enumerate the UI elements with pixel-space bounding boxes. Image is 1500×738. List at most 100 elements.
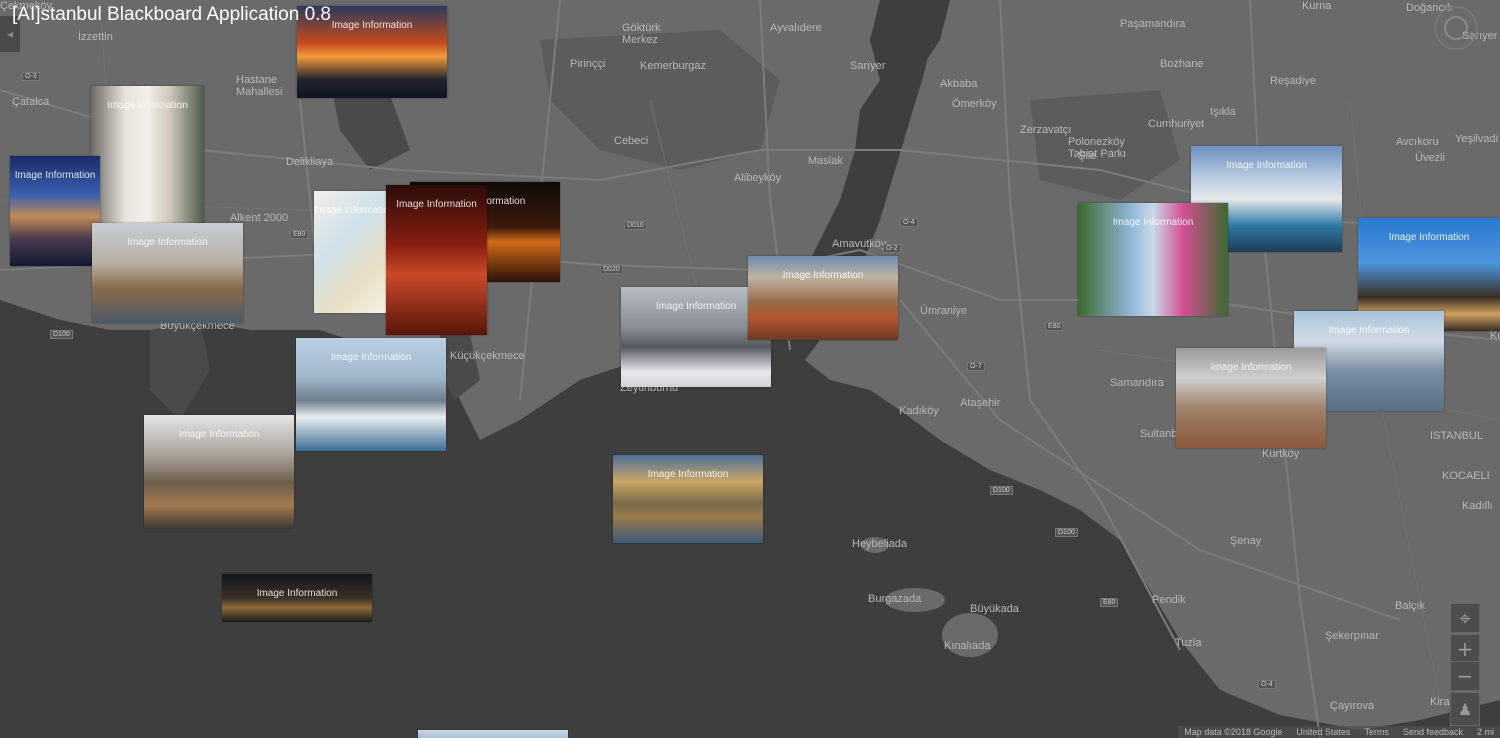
image-information-label[interactable]: Image Information: [386, 199, 487, 210]
photo-card[interactable]: Image Information: [613, 455, 763, 543]
place-label: Heybeliada: [852, 538, 908, 550]
photo-card[interactable]: Image Information: [1078, 203, 1228, 316]
image-information-label[interactable]: Image Information: [10, 170, 100, 181]
place-label: Şile: [1078, 150, 1097, 162]
place-label: Cumhuriyet: [1148, 118, 1205, 130]
photo-card[interactable]: Image Information: [296, 338, 446, 451]
road-shield: D100: [1055, 528, 1078, 537]
road-shield: E80: [1045, 322, 1064, 331]
place-label: Kadıllı: [1462, 500, 1493, 512]
map-attribution: Map data ©2018 Google United States Term…: [1178, 726, 1500, 738]
country-link[interactable]: United States: [1296, 727, 1350, 737]
place-label: KOCAELI: [1442, 470, 1490, 482]
photo-card[interactable]: Image Information: [314, 191, 389, 313]
place-label: Kadıköy: [899, 405, 939, 417]
place-label: Üvezli: [1415, 152, 1445, 164]
place-label: Pirinççi: [570, 58, 606, 70]
image-information-label[interactable]: Image Information: [1078, 217, 1228, 228]
place-label: Küçükçekmece: [450, 350, 525, 362]
zoom-out-button[interactable]: −: [1450, 661, 1480, 691]
road-shield: O-4: [900, 218, 918, 227]
place-label: Alibeyköy: [734, 172, 782, 184]
place-label: Ayvalıdere: [770, 22, 822, 34]
place-label: Samandıra: [1110, 377, 1164, 389]
scale-label: 2 mi: [1476, 727, 1494, 737]
place-label: Göktürk Merkez: [622, 22, 661, 46]
image-information-label[interactable]: Image Information: [1176, 362, 1326, 373]
place-label: Delikliaya: [286, 156, 334, 168]
place-label: Amavutköy: [832, 238, 887, 250]
zoom-in-button[interactable]: +: [1450, 634, 1480, 664]
image-information-label[interactable]: Image Information: [222, 588, 372, 599]
place-label: Kumköy: [1490, 330, 1500, 342]
photo-card[interactable]: Image Information: [418, 730, 568, 738]
place-label: Burgazada: [868, 593, 922, 605]
road-shield: O-2: [883, 244, 901, 253]
image-information-label[interactable]: Image Information: [613, 469, 763, 480]
place-label: Büyükada: [970, 603, 1019, 615]
place-label: Cebeci: [614, 135, 649, 147]
road-shield: D100: [50, 330, 73, 339]
app-title: [AI]stanbul Blackboard Application 0.8: [12, 4, 331, 25]
place-label: Paşamandıra: [1120, 18, 1186, 30]
image-information-label[interactable]: Image Information: [1294, 325, 1444, 336]
image-information-label[interactable]: Image Information: [1358, 232, 1500, 243]
road-shield: O-7: [967, 362, 985, 371]
place-label: Pendik: [1152, 594, 1186, 606]
image-information-label[interactable]: Image Information: [91, 100, 204, 111]
compass-icon[interactable]: [1434, 6, 1478, 50]
road-shield: D020: [600, 265, 623, 274]
road-shield: O-4: [1258, 680, 1276, 689]
place-label: Çatalca: [12, 96, 50, 108]
road-shield: E80: [1100, 598, 1119, 607]
road-shield: O-3: [22, 72, 40, 81]
road-shield: D100: [990, 486, 1013, 495]
person-icon[interactable]: ♟: [1450, 692, 1480, 726]
place-label: Reşadiye: [1270, 75, 1316, 87]
place-label: Kurtköy: [1262, 448, 1300, 460]
place-label: Ümraniye: [920, 305, 968, 317]
place-label: Zerzavatçı: [1020, 124, 1072, 136]
place-label: Akbaba: [940, 78, 978, 90]
photo-card[interactable]: Image Information: [748, 256, 898, 340]
place-label: Ataşehir: [960, 397, 1001, 409]
photo-card[interactable]: Image Information: [91, 86, 204, 236]
photo-card[interactable]: Image Information: [386, 185, 487, 335]
place-label: Maslak: [808, 155, 843, 167]
place-label: Çayırova: [1330, 700, 1375, 712]
place-label: Tuzla: [1175, 637, 1202, 649]
place-label: Işıkla: [1210, 106, 1236, 118]
image-information-label[interactable]: Image Information: [92, 237, 243, 248]
image-information-label[interactable]: Image Information: [748, 270, 898, 281]
crosshair-icon[interactable]: ⌖: [1450, 603, 1480, 633]
road-shield: E80: [290, 230, 309, 239]
image-information-label[interactable]: Image Information: [144, 429, 294, 440]
send-feedback-link[interactable]: Send feedback: [1403, 727, 1463, 737]
place-label: Kurna: [1302, 0, 1332, 12]
place-label: Balçık: [1395, 600, 1425, 612]
place-label: Polonezköy Tabiat Parkı: [1068, 136, 1127, 160]
photo-card[interactable]: Image Information: [144, 415, 294, 528]
photo-card[interactable]: Image Information: [222, 574, 372, 622]
place-label: Hastane Mahallesi: [236, 74, 283, 98]
photo-card[interactable]: Image Information: [92, 223, 243, 323]
place-label: Bozhane: [1160, 58, 1204, 70]
place-label: İzzettin: [78, 31, 113, 43]
place-label: Şenay: [1230, 535, 1262, 547]
photo-card[interactable]: Image Information: [1176, 348, 1326, 448]
place-label: Ömerköy: [952, 98, 997, 110]
place-label: Yeşilvadi: [1455, 133, 1499, 145]
map-viewport[interactable]: ◂ [AI]stanbul Blackboard Application 0.8…: [0, 0, 1500, 738]
place-label: Şekerpınar: [1325, 630, 1379, 642]
map-data-credit: Map data ©2018 Google: [1184, 727, 1283, 737]
road-shield: D010: [624, 221, 647, 230]
photo-card[interactable]: Image Information: [10, 156, 100, 266]
image-information-label[interactable]: Image Information: [314, 205, 389, 216]
place-label: ISTANBUL: [1430, 430, 1483, 442]
place-label: Kemerburgaz: [640, 60, 707, 72]
terms-link[interactable]: Terms: [1364, 727, 1389, 737]
place-label: Sarıyer: [850, 60, 886, 72]
place-label: Kınalıada: [944, 640, 991, 652]
image-information-label[interactable]: Image Information: [1191, 160, 1342, 171]
image-information-label[interactable]: Image Information: [296, 352, 446, 363]
